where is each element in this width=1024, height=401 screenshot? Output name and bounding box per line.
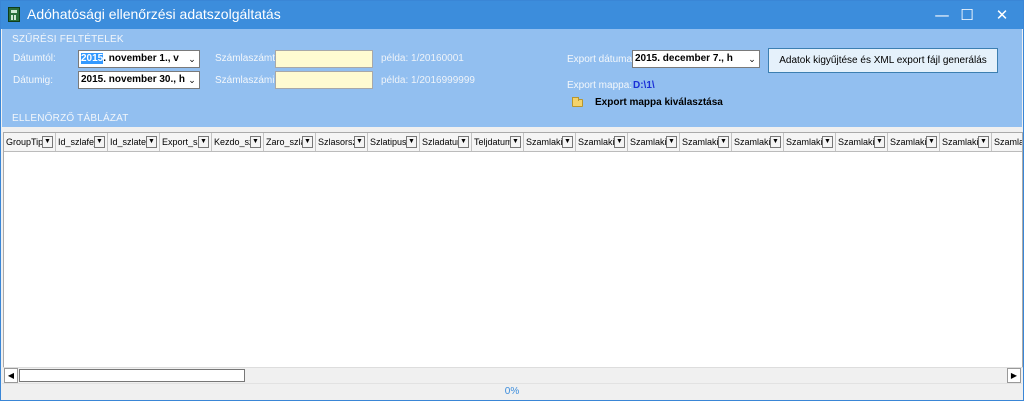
filter-dropdown-icon[interactable]: ▼ — [406, 136, 417, 148]
column-header-label: Export_sz — [162, 137, 198, 147]
filters-section-title: SZŰRÉSI FELTÉTELEK — [12, 34, 124, 45]
column-header[interactable]: Szamlakil ▼ — [940, 133, 992, 151]
date-from-year: 2015 — [81, 53, 104, 64]
column-header[interactable]: Zaro_szla ▼ — [264, 133, 316, 151]
column-header-label: Szamlakil — [890, 137, 926, 147]
column-header-label: Szladatum — [422, 137, 458, 147]
column-header[interactable]: Szamlakil ▼ — [888, 133, 940, 151]
export-date-label: Export dátuma: — [567, 54, 635, 65]
generate-xml-button[interactable]: Adatok kigyűjtése és XML export fájl gen… — [768, 48, 998, 73]
column-header[interactable]: GroupTip ▼ — [4, 133, 56, 151]
date-from-label: Dátumtól: — [13, 53, 56, 64]
column-header[interactable]: Szamla — [992, 133, 1022, 151]
status-bar: 0% — [2, 383, 1022, 400]
column-header[interactable]: Export_sz▼ — [160, 133, 212, 151]
export-date-value: 2015. december 7., h — [635, 53, 733, 64]
column-header-label: Id_szlatet — [110, 137, 146, 147]
column-header[interactable]: Szamlakil ▼ — [732, 133, 784, 151]
window-title: Adóhatósági ellenőrzési adatszolgáltatás — [27, 6, 281, 22]
scroll-left-icon[interactable]: ◀ — [4, 368, 18, 383]
column-header-label: Zaro_szla — [266, 137, 302, 147]
column-header[interactable]: Szamlakil ▼ — [836, 133, 888, 151]
invoice-from-input[interactable] — [275, 50, 373, 68]
filter-dropdown-icon[interactable]: ▼ — [874, 136, 885, 148]
column-header-label: Teljdatum — [474, 137, 510, 147]
export-date-picker[interactable]: 2015. december 7., h ⌄ — [632, 50, 760, 68]
scroll-thumb[interactable] — [19, 369, 245, 382]
column-header-label: Szamlakil — [734, 137, 770, 147]
filter-dropdown-icon[interactable]: ▼ — [250, 136, 261, 148]
column-header-label: Szlatipus — [370, 137, 406, 147]
column-header[interactable]: Szamlakil ▼ — [680, 133, 732, 151]
column-header-label: Szamla — [994, 137, 1022, 147]
close-button[interactable]: ✕ — [979, 1, 1024, 29]
progress-label: 0% — [504, 386, 520, 397]
column-header-label: Szamlakil — [630, 137, 666, 147]
column-header[interactable]: Szamlakil ▼ — [628, 133, 680, 151]
column-header-label: Szamlakil — [786, 137, 822, 147]
filter-dropdown-icon[interactable]: ▼ — [510, 136, 521, 148]
filter-dropdown-icon[interactable]: ▼ — [614, 136, 625, 148]
column-header-label: Szamlakil — [578, 137, 614, 147]
column-header-label: GroupTip — [6, 137, 42, 147]
column-header[interactable]: Kezdo_sz ▼ — [212, 133, 264, 151]
check-table[interactable]: GroupTip▼Id_szlafej▼Id_szlatet▼Export_sz… — [3, 132, 1023, 382]
invoice-to-hint: példa: 1/2016999999 — [381, 75, 475, 86]
chevron-down-icon[interactable]: ⌄ — [747, 51, 757, 67]
export-folder-label: Export mappa: — [567, 80, 633, 91]
date-to-picker[interactable]: 2015. november 30., h ⌄ — [78, 71, 200, 89]
filter-dropdown-icon[interactable]: ▼ — [562, 136, 573, 148]
filter-dropdown-icon[interactable]: ▼ — [666, 136, 677, 148]
filter-dropdown-icon[interactable]: ▼ — [458, 136, 469, 148]
column-header[interactable]: Szlasorsz ▼ — [316, 133, 368, 151]
column-header[interactable]: Id_szlatet ▼ — [108, 133, 160, 151]
column-header-label: Szamlakil — [682, 137, 718, 147]
filter-dropdown-icon[interactable]: ▼ — [198, 136, 209, 148]
chevron-down-icon[interactable]: ⌄ — [187, 51, 197, 67]
column-header[interactable]: Szamlakil ▼ — [524, 133, 576, 151]
column-header[interactable]: Szamlakil ▼ — [576, 133, 628, 151]
chevron-down-icon[interactable]: ⌄ — [187, 72, 197, 88]
date-from-picker[interactable]: 2015. november 1., v ⌄ — [78, 50, 200, 68]
filter-dropdown-icon[interactable]: ▼ — [42, 136, 53, 148]
column-header-label: Szlasorsz — [318, 137, 354, 147]
filter-dropdown-icon[interactable]: ▼ — [822, 136, 833, 148]
export-folder-path: D:\1\ — [633, 80, 655, 91]
column-header[interactable]: Szamlakil ▼ — [784, 133, 836, 151]
column-header[interactable]: Teljdatum ▼ — [472, 133, 524, 151]
filter-dropdown-icon[interactable]: ▼ — [718, 136, 729, 148]
title-bar[interactable]: Adóhatósági ellenőrzési adatszolgáltatás… — [1, 1, 1023, 29]
horizontal-scrollbar[interactable]: ◀ ▶ — [3, 367, 1023, 383]
calculator-icon — [8, 7, 20, 22]
folder-icon — [572, 97, 583, 107]
column-header-label: Szamlakil — [838, 137, 874, 147]
invoice-from-hint: példa: 1/20160001 — [381, 53, 464, 64]
filter-dropdown-icon[interactable]: ▼ — [926, 136, 937, 148]
column-header-label: Szamlakil — [526, 137, 562, 147]
filter-dropdown-icon[interactable]: ▼ — [978, 136, 989, 148]
filter-dropdown-icon[interactable]: ▼ — [770, 136, 781, 148]
main-window: Adóhatósági ellenőrzési adatszolgáltatás… — [0, 0, 1024, 401]
select-export-folder-label: Export mappa kiválasztása — [595, 97, 723, 108]
column-header[interactable]: Id_szlafej ▼ — [56, 133, 108, 151]
invoice-to-label: Számlaszámig: — [215, 75, 283, 86]
filter-dropdown-icon[interactable]: ▼ — [302, 136, 313, 148]
date-to-label: Dátumig: — [13, 75, 54, 86]
filter-dropdown-icon[interactable]: ▼ — [94, 136, 105, 148]
filter-panel: SZŰRÉSI FELTÉTELEK Dátumtól: 2015. novem… — [2, 29, 1022, 127]
grid-section-title: ELLENŐRZŐ TÁBLÁZAT — [12, 113, 129, 124]
table-header: GroupTip▼Id_szlafej▼Id_szlatet▼Export_sz… — [4, 133, 1022, 152]
date-from-rest: . november 1., v — [103, 53, 179, 64]
column-header[interactable]: Szladatum▼ — [420, 133, 472, 151]
scroll-right-icon[interactable]: ▶ — [1007, 368, 1021, 383]
column-header-label: Kezdo_sz — [214, 137, 250, 147]
date-to-value: 2015. november 30., h — [81, 74, 185, 85]
column-header-label: Id_szlafej — [58, 137, 94, 147]
filter-dropdown-icon[interactable]: ▼ — [354, 136, 365, 148]
column-header[interactable]: Szlatipus ▼ — [368, 133, 420, 151]
invoice-to-input[interactable] — [275, 71, 373, 89]
filter-dropdown-icon[interactable]: ▼ — [146, 136, 157, 148]
column-header-label: Szamlakil — [942, 137, 978, 147]
